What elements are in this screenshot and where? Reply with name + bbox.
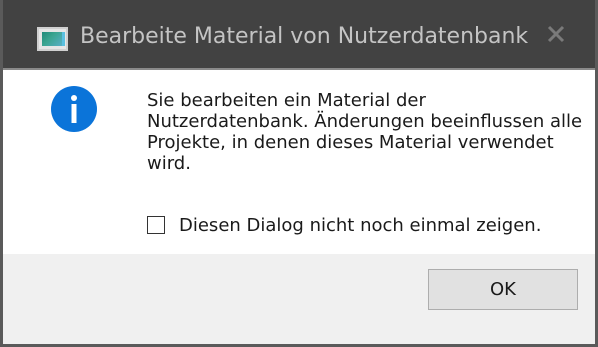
dont-show-again-row[interactable]: Diesen Dialog nicht noch einmal zeigen.	[147, 213, 541, 237]
info-icon	[51, 86, 97, 132]
app-icon-image	[42, 32, 63, 46]
close-button[interactable]	[517, 0, 595, 68]
dont-show-again-checkbox[interactable]	[147, 216, 165, 234]
dont-show-again-label[interactable]: Diesen Dialog nicht noch einmal zeigen.	[179, 215, 541, 236]
dialog-message: Sie bearbeiten ein Material der Nutzerda…	[147, 90, 583, 174]
dialog-content: Sie bearbeiten ein Material der Nutzerda…	[3, 70, 595, 254]
dialog-footer: OK	[3, 254, 595, 344]
close-icon	[547, 25, 565, 43]
dialog-window: Bearbeite Material von Nutzerdatenbank S…	[0, 0, 598, 347]
window-title: Bearbeite Material von Nutzerdatenbank	[80, 24, 529, 49]
app-icon-bar	[62, 32, 65, 46]
ok-button[interactable]: OK	[428, 269, 578, 310]
title-bar[interactable]: Bearbeite Material von Nutzerdatenbank	[3, 0, 595, 68]
app-window-icon	[37, 27, 68, 51]
